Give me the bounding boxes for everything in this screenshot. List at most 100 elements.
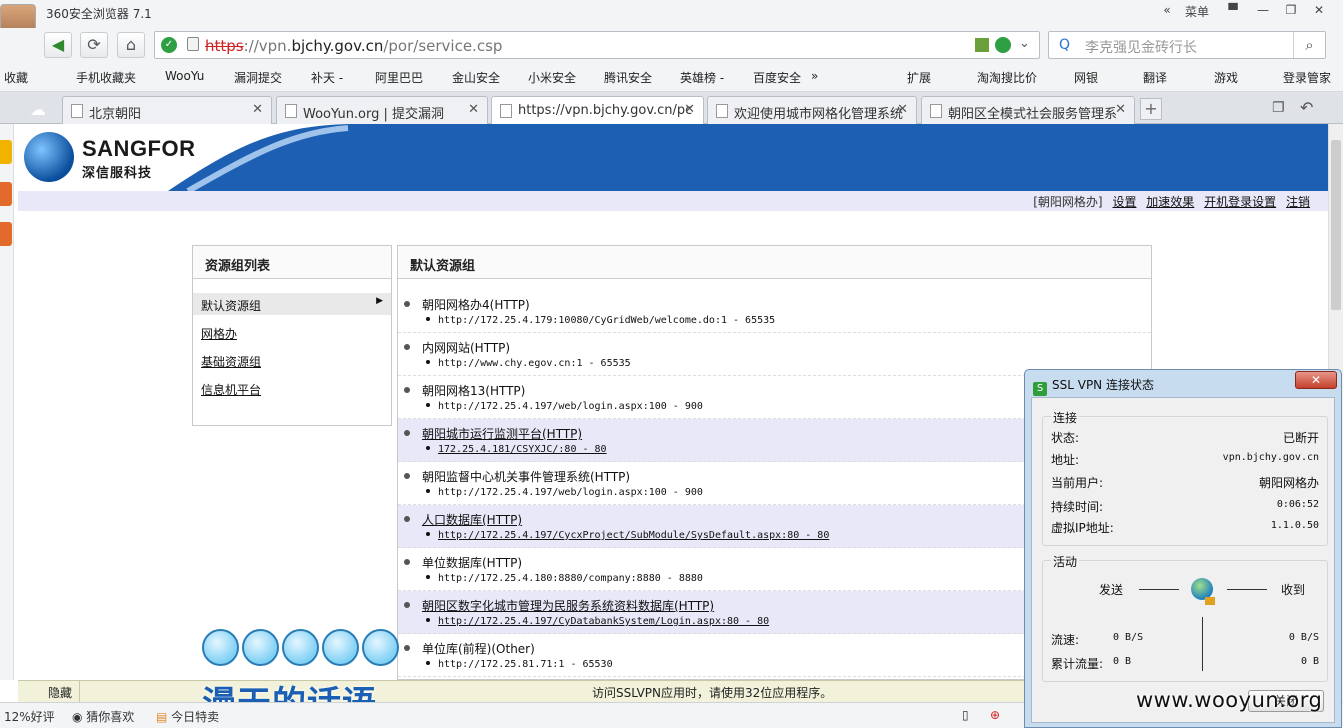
cloud-icon[interactable]: ☁ bbox=[30, 100, 46, 119]
resource-name[interactable]: 人口数据库(HTTP) bbox=[422, 511, 522, 528]
settings-link[interactable]: 设置 bbox=[1112, 195, 1136, 209]
tab-bar: ☁ 北京朝阳 ✕ WooYun.org | 提交漏洞 ✕ https://vpn.b… bbox=[0, 92, 1343, 125]
resource-name[interactable]: 朝阳区数字化城市管理为民服务系统资料数据库(HTTP) bbox=[422, 597, 714, 614]
panel-title: 默认资源组 bbox=[398, 246, 1151, 279]
ext-login-manager[interactable]: 登录管家 bbox=[1283, 69, 1331, 86]
resource-address[interactable]: http://172.25.4.197/CyDatabankSystem/Log… bbox=[438, 616, 769, 627]
ext-games[interactable]: 游戏 bbox=[1214, 69, 1238, 86]
tab-social-service[interactable]: 朝阳区全模式社会服务管理系 ✕ bbox=[921, 96, 1135, 124]
undo-close-icon[interactable]: ↶ bbox=[1300, 98, 1313, 117]
restore-icon[interactable]: ❐ bbox=[1280, 3, 1302, 23]
startup-login-link[interactable]: 开机登录设置 bbox=[1204, 195, 1276, 209]
guess-you-like[interactable]: ◉ 猜你喜欢 bbox=[72, 708, 134, 725]
browser-titlebar: 360安全浏览器 7.1 « 菜单 ▀ — ❐ ✕ bbox=[0, 0, 1343, 28]
total-label: 累计流量: bbox=[1051, 657, 1104, 671]
fav-kingsoft[interactable]: 金山安全 bbox=[452, 69, 500, 86]
pin-icon[interactable]: ▀ bbox=[1222, 3, 1244, 23]
close-tab-icon[interactable]: ✕ bbox=[684, 102, 695, 117]
fav-hero-list[interactable]: 英雄榜 - bbox=[680, 69, 724, 86]
ext-bank[interactable]: 网银 bbox=[1074, 69, 1098, 86]
dialog-close-icon[interactable]: ✕ bbox=[1295, 371, 1337, 389]
collapse-icon[interactable]: « bbox=[1160, 3, 1174, 23]
tab-list-icon[interactable]: ❐ bbox=[1272, 100, 1285, 116]
app-badge-icon[interactable] bbox=[0, 222, 12, 246]
ie-mode-icon[interactable] bbox=[995, 37, 1011, 53]
favorites-menu[interactable]: 收藏 bbox=[4, 69, 28, 86]
resource-row[interactable]: 朝阳网格办4(HTTP) http://172.25.4.179:10080/Cy… bbox=[398, 290, 1151, 333]
rate-receive-value: 0 B/S bbox=[1288, 632, 1319, 643]
user-label: 当前用户: bbox=[1051, 476, 1104, 490]
group-item-basic[interactable]: 基础资源组 bbox=[193, 349, 391, 371]
refresh-icon[interactable]: ⟳ bbox=[80, 32, 108, 58]
search-icon[interactable]: ⌕ bbox=[1293, 32, 1325, 58]
ext-extensions[interactable]: 扩展 bbox=[907, 69, 931, 86]
search-input[interactable]: 李克强见金砖行长 bbox=[1085, 37, 1197, 57]
phone-icon[interactable]: ▯ bbox=[962, 708, 969, 722]
close-window-icon[interactable]: ✕ bbox=[1308, 3, 1330, 23]
broken-lock-icon[interactable] bbox=[187, 37, 199, 51]
ext-price-compare[interactable]: 淘淘搜比价 bbox=[977, 69, 1037, 86]
security-icon[interactable]: ⊕ bbox=[990, 708, 1000, 722]
resource-address: http://172.25.4.197/web/login.aspx:100 -… bbox=[438, 401, 703, 412]
fav-xiaomi[interactable]: 小米安全 bbox=[528, 69, 576, 86]
fav-vuln-submit[interactable]: 漏洞提交 bbox=[234, 69, 282, 86]
tab-wooyun[interactable]: WooYun.org | 提交漏洞 ✕ bbox=[276, 96, 488, 124]
fav-butian[interactable]: 补天 - bbox=[311, 69, 343, 86]
sub-bullet-icon bbox=[426, 403, 430, 407]
resource-name[interactable]: 内网网站(HTTP) bbox=[422, 339, 510, 356]
resource-name[interactable]: 单位数据库(HTTP) bbox=[422, 554, 522, 571]
address-bar[interactable]: ✓ https://vpn.bjchy.gov.cn/por/service.c… bbox=[154, 31, 1040, 59]
bullet-icon bbox=[404, 301, 410, 307]
close-tab-icon[interactable]: ✕ bbox=[1115, 102, 1126, 117]
resource-address[interactable]: http://172.25.4.197/CycxProject/SubModul… bbox=[438, 530, 829, 541]
minimize-icon[interactable]: — bbox=[1252, 3, 1274, 23]
hide-button[interactable]: 隐藏 bbox=[18, 681, 80, 702]
star-badge-icon[interactable] bbox=[0, 140, 12, 164]
resource-name[interactable]: 朝阳城市运行监测平台(HTTP) bbox=[422, 425, 582, 442]
qr-code-icon[interactable] bbox=[975, 38, 989, 52]
scroll-thumb[interactable] bbox=[1331, 140, 1341, 310]
tab-vpn-service[interactable]: https://vpn.bjchy.gov.cn/pc ✕ bbox=[491, 96, 704, 125]
url-text[interactable]: https://vpn.bjchy.gov.cn/por/service.csp bbox=[205, 37, 502, 55]
menu-button[interactable]: 菜单 bbox=[1182, 3, 1212, 23]
group-item-info-platform[interactable]: 信息机平台 bbox=[193, 377, 391, 399]
fav-more-icon[interactable]: » bbox=[811, 69, 818, 83]
fav-mobile[interactable]: 手机收藏夹 bbox=[76, 69, 136, 86]
sub-bullet-icon bbox=[426, 360, 430, 364]
resource-address[interactable]: 172.25.4.181/CSYXJC/:80 - 80 bbox=[438, 444, 607, 455]
acceleration-link[interactable]: 加速效果 bbox=[1146, 195, 1194, 209]
ext-translate[interactable]: 翻译 bbox=[1143, 69, 1167, 86]
user-link-bar: [朝阳网格办] 设置 加速效果 开机登录设置 注销 bbox=[18, 191, 1328, 211]
send-line bbox=[1139, 589, 1179, 590]
close-tab-icon[interactable]: ✕ bbox=[897, 102, 908, 117]
today-deals[interactable]: ▤ 今日特卖 bbox=[156, 708, 219, 725]
chevron-down-icon[interactable]: ⌄ bbox=[1019, 36, 1030, 51]
rating-text[interactable]: 12%好评 bbox=[4, 708, 55, 725]
fav-tencent[interactable]: 腾讯安全 bbox=[604, 69, 652, 86]
resource-name[interactable]: 单位库(前程)(Other) bbox=[422, 640, 535, 657]
logout-link[interactable]: 注销 bbox=[1286, 195, 1310, 209]
close-tab-icon[interactable]: ✕ bbox=[252, 102, 263, 117]
group-item-default[interactable]: 默认资源组 ▶ bbox=[193, 293, 391, 315]
send-label: 发送 bbox=[1099, 583, 1124, 597]
resource-name[interactable]: 朝阳网格办4(HTTP) bbox=[422, 296, 530, 313]
bubble-icon bbox=[202, 629, 239, 666]
resource-name[interactable]: 朝阳网格13(HTTP) bbox=[422, 382, 525, 399]
fav-wooyun[interactable]: WooYu bbox=[165, 69, 204, 83]
home-icon[interactable]: ⌂ bbox=[117, 32, 145, 58]
back-icon[interactable]: ◀ bbox=[44, 32, 72, 58]
tab-beijing-chaoyang[interactable]: 北京朝阳 ✕ bbox=[62, 96, 272, 124]
fav-alibaba[interactable]: 阿里巴巴 bbox=[375, 69, 423, 86]
group-item-grid-office[interactable]: 网格办 bbox=[193, 321, 391, 343]
app-badge-icon[interactable] bbox=[0, 182, 12, 206]
notice-text: 访问SSLVPN应用时，请使用32位应用程序。 bbox=[592, 686, 833, 700]
search-box[interactable]: Q 李克强见金砖行长 ⌕ bbox=[1048, 31, 1326, 59]
resource-name[interactable]: 朝阳监督中心机关事件管理系统(HTTP) bbox=[422, 468, 630, 485]
new-tab-icon[interactable]: + bbox=[1140, 98, 1162, 120]
fav-baidu[interactable]: 百度安全 bbox=[753, 69, 801, 86]
security-shield-icon[interactable]: ✓ bbox=[161, 37, 177, 53]
search-engine-icon[interactable]: Q bbox=[1059, 37, 1070, 53]
tab-grid-management[interactable]: 欢迎使用城市网格化管理系统 ✕ bbox=[707, 96, 917, 124]
close-tab-icon[interactable]: ✕ bbox=[468, 102, 479, 117]
bubble-icon bbox=[242, 629, 279, 666]
